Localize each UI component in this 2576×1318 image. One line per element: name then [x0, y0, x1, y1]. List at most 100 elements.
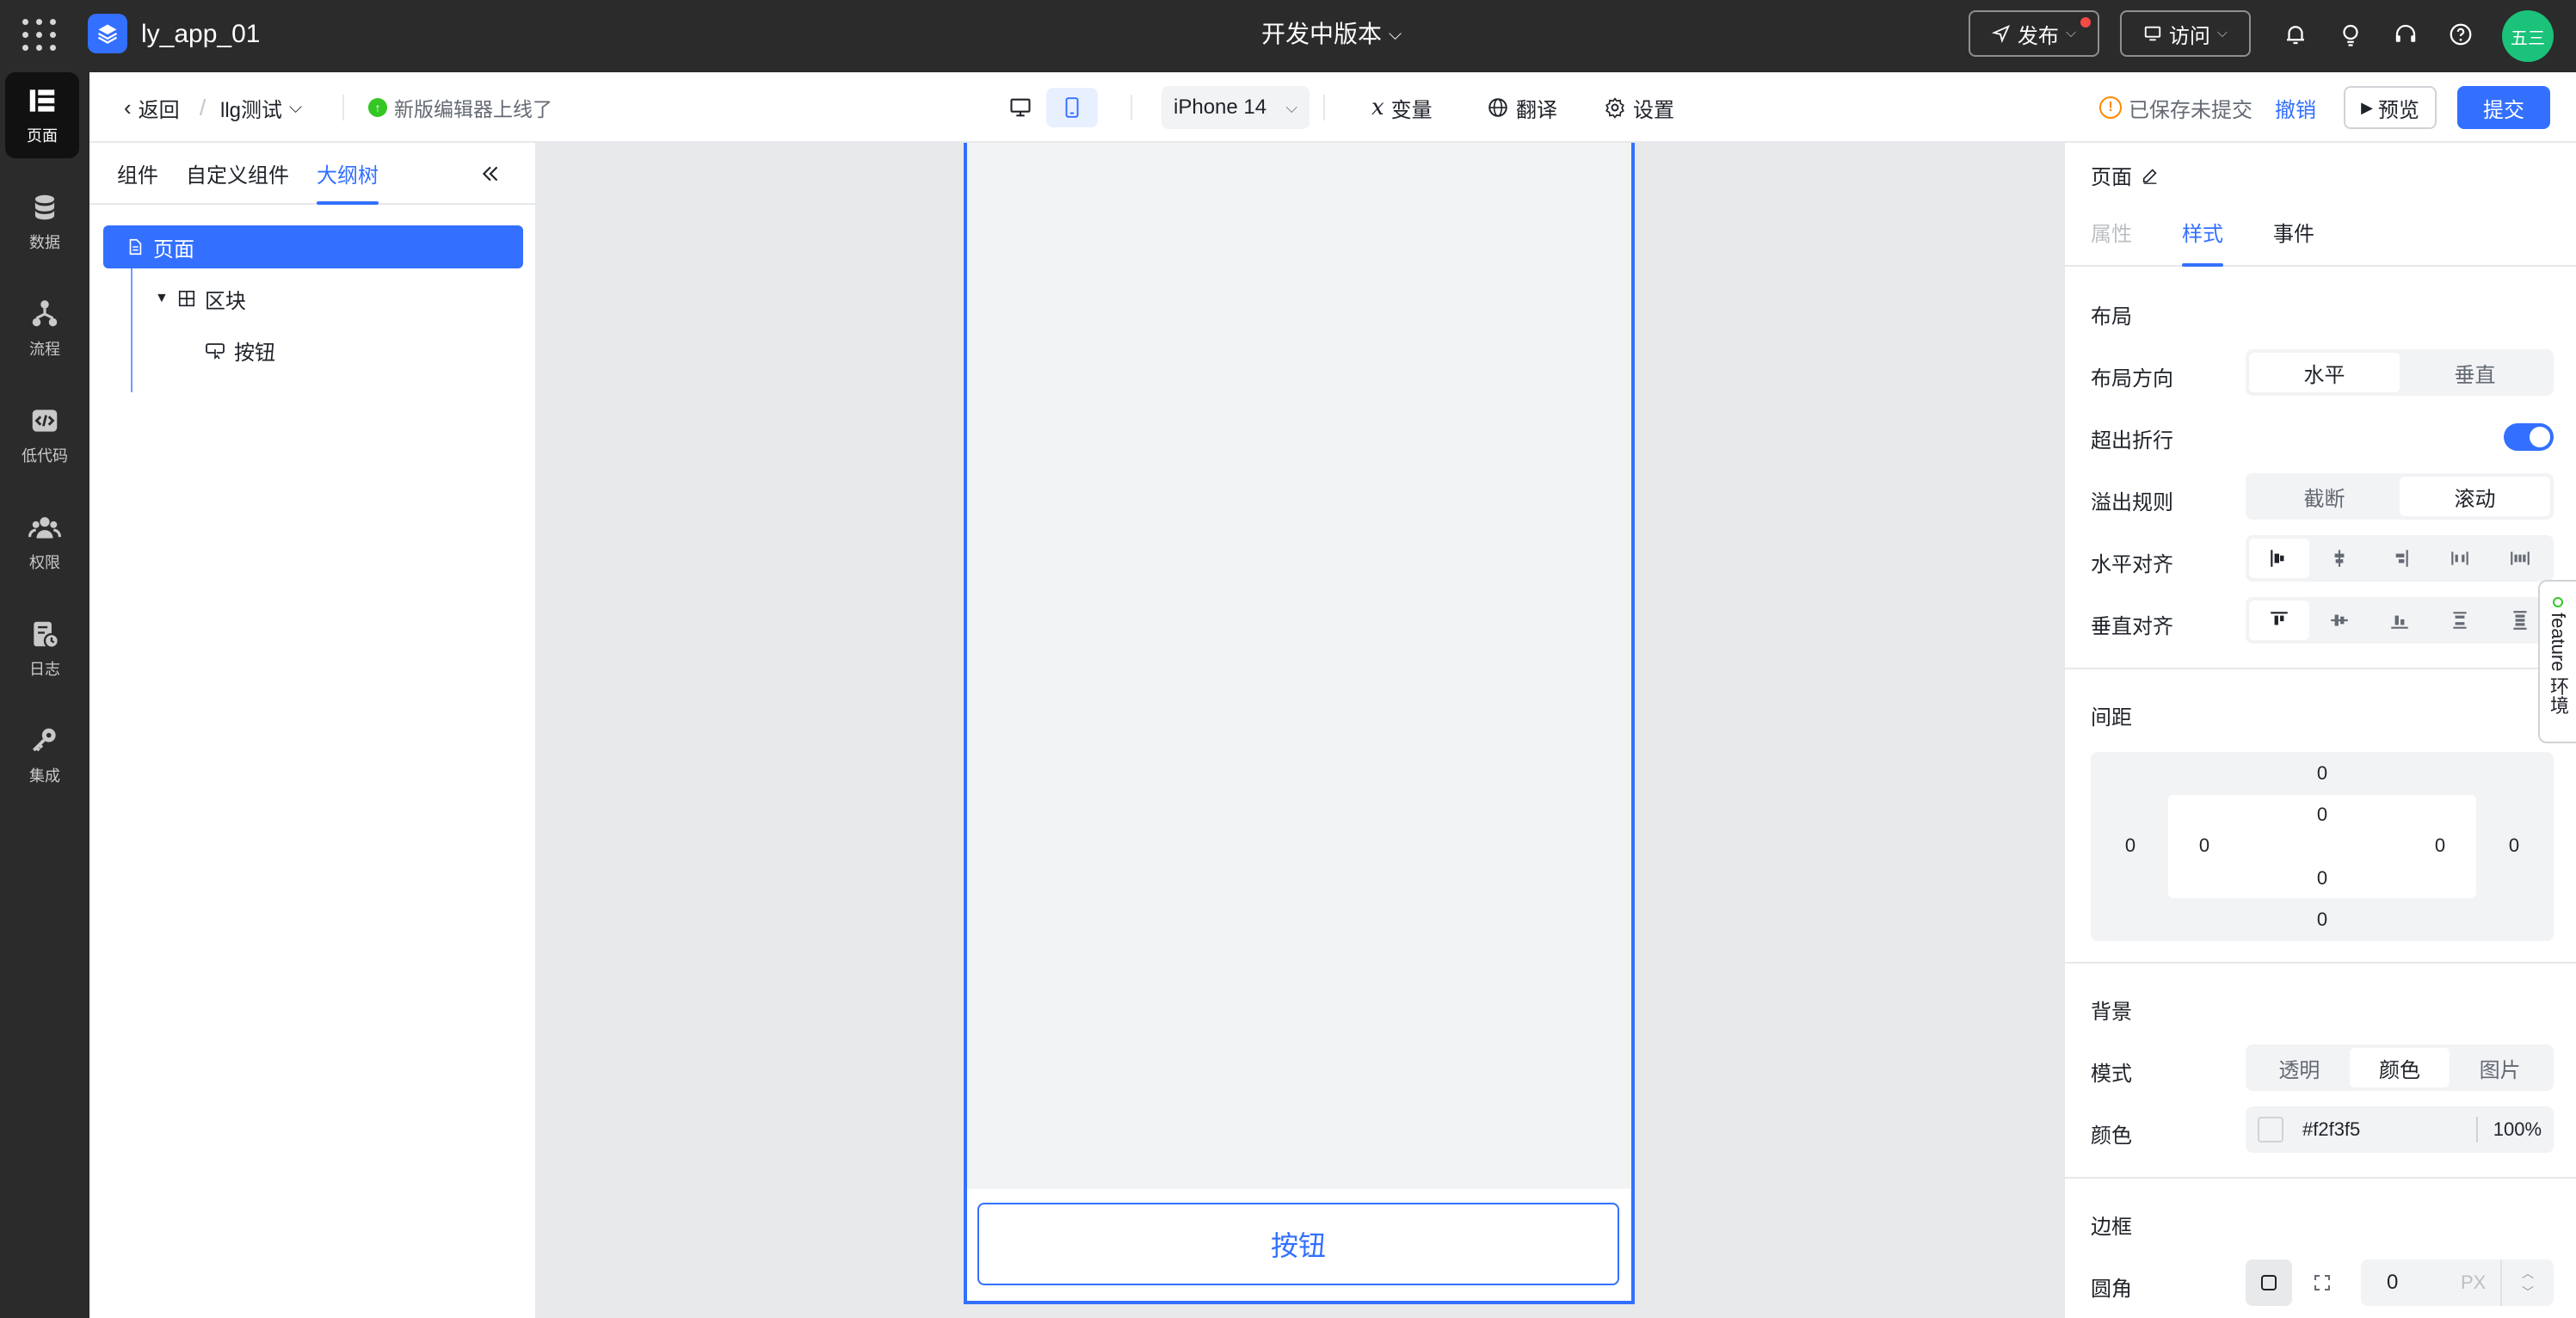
overflow-clip[interactable]: 截断	[2249, 477, 2400, 516]
variables-button[interactable]: 𝑥 变量	[1371, 89, 1433, 126]
padding-right-value[interactable]: 0	[2423, 835, 2457, 857]
tree-node-label: 按钮	[234, 341, 275, 365]
bg-mode-image[interactable]: 图片	[2450, 1048, 2550, 1087]
headset-icon[interactable]	[2388, 17, 2423, 52]
color-swatch[interactable]	[2258, 1117, 2283, 1142]
tab-properties[interactable]: 属性	[2091, 217, 2132, 267]
overflow-scroll[interactable]: 滚动	[2400, 477, 2550, 516]
stepper-up-icon[interactable]: ︿	[2522, 1264, 2534, 1283]
align-bottom-icon[interactable]	[2370, 600, 2430, 640]
rail-item-page[interactable]: 页面	[5, 72, 79, 158]
publish-label: 发布	[2017, 24, 2059, 48]
radius-input[interactable]: 0 PX ︿ ﹀	[2361, 1259, 2554, 1306]
save-status-text: 已保存未提交	[2129, 98, 2252, 122]
collapse-panel-icon[interactable]	[475, 158, 506, 189]
rail-item-integration[interactable]: 集成	[0, 712, 89, 798]
bg-mode-color[interactable]: 颜色	[2349, 1048, 2450, 1087]
phone-bottom-block[interactable]: 按钮	[967, 1189, 1631, 1301]
send-icon	[1991, 24, 2010, 43]
spacing-box-model: 0 0 0 0 0 0 0 0	[2091, 752, 2554, 941]
direction-horizontal[interactable]: 水平	[2249, 353, 2400, 392]
color-hex-value[interactable]: #f2f3f5	[2302, 1118, 2476, 1141]
rail-item-data[interactable]: 数据	[0, 179, 89, 265]
rail-item-flow[interactable]: 流程	[0, 286, 89, 372]
margin-bottom-value[interactable]: 0	[2305, 908, 2339, 931]
margin-right-value[interactable]: 0	[2497, 835, 2531, 857]
design-canvas[interactable]: 按钮	[537, 143, 2063, 1318]
align-center-icon[interactable]	[2309, 539, 2370, 578]
lightbulb-icon[interactable]	[2333, 17, 2368, 52]
help-icon[interactable]	[2444, 17, 2478, 52]
version-selector[interactable]: 开发中版本 ⌵	[1261, 17, 1402, 52]
rail-item-lowcode[interactable]: 低代码	[0, 392, 89, 478]
translate-button[interactable]: 翻译	[1487, 89, 1557, 126]
tab-style[interactable]: 样式	[2182, 217, 2223, 267]
desktop-view-button[interactable]	[995, 88, 1046, 127]
v-align-segmented	[2246, 597, 2554, 644]
padding-bottom-value[interactable]: 0	[2305, 867, 2339, 890]
tab-events[interactable]: 事件	[2273, 217, 2314, 267]
tree-node-page[interactable]: 页面	[103, 225, 523, 268]
edit-icon[interactable]	[2141, 166, 2160, 185]
bell-icon[interactable]	[2278, 17, 2313, 52]
tree-guide-line	[131, 263, 132, 392]
align-top-icon[interactable]	[2249, 600, 2309, 640]
back-button[interactable]: ‹ 返回	[124, 89, 180, 126]
tree-node-block[interactable]: ▼ 区块	[155, 277, 246, 320]
padding-top-value[interactable]: 0	[2305, 804, 2339, 826]
margin-left-value[interactable]: 0	[2113, 835, 2148, 857]
rail-item-permission[interactable]: 权限	[0, 499, 89, 585]
align-middle-icon[interactable]	[2309, 600, 2370, 640]
phone-frame[interactable]: 按钮	[964, 143, 1635, 1304]
opacity-value[interactable]: 100	[2493, 1118, 2525, 1141]
undo-button[interactable]: 撤销	[2275, 89, 2316, 126]
flow-icon	[32, 300, 58, 327]
bg-mode-transparent[interactable]: 透明	[2249, 1048, 2350, 1087]
device-select[interactable]: iPhone 14 ⌵	[1162, 86, 1310, 129]
tree-node-label: 页面	[153, 237, 194, 262]
align-start-icon[interactable]	[2249, 539, 2309, 578]
padding-left-value[interactable]: 0	[2187, 835, 2222, 857]
feature-env-tab[interactable]: feature 环境	[2538, 580, 2576, 743]
radius-all-icon[interactable]	[2246, 1259, 2292, 1306]
radius-individual-icon[interactable]	[2299, 1259, 2345, 1306]
align-end-icon[interactable]	[2370, 539, 2430, 578]
preview-button[interactable]: ▶ 预览	[2344, 86, 2437, 129]
submit-button[interactable]: 提交	[2457, 86, 2550, 129]
wrap-label: 超出折行	[2091, 429, 2173, 453]
properties-panel: 页面 属性 样式 事件 布局 布局方向 水平 垂直 超出折行 溢出规则 截断 滚…	[2063, 143, 2576, 1318]
outline-panel: 组件 自定义组件 大纲树 页面 ▼ 区块 按钮	[89, 143, 537, 1318]
visit-button[interactable]: 访问 ⌵	[2120, 10, 2251, 57]
padding-box: 0 0 0 0	[2168, 795, 2476, 898]
margin-top-value[interactable]: 0	[2305, 762, 2339, 785]
space-between-icon[interactable]	[2430, 539, 2490, 578]
stepper-down-icon[interactable]: ﹀	[2522, 1283, 2534, 1302]
tab-outline-tree[interactable]: 大纲树	[317, 158, 379, 205]
space-around-icon[interactable]	[2490, 539, 2550, 578]
app-grid-icon[interactable]	[21, 17, 56, 52]
mobile-view-button[interactable]	[1046, 88, 1098, 127]
canvas-button[interactable]: 按钮	[977, 1203, 1619, 1285]
wrap-toggle[interactable]	[2504, 423, 2554, 451]
tab-custom-components[interactable]: 自定义组件	[186, 158, 289, 205]
tree-node-button[interactable]: 按钮	[205, 329, 275, 372]
new-editor-notice[interactable]: ↑ 新版编辑器上线了	[368, 89, 552, 126]
caret-down-icon[interactable]: ▼	[155, 291, 169, 306]
v-space-between-icon[interactable]	[2430, 600, 2490, 640]
settings-button[interactable]: 设置	[1604, 89, 1674, 126]
bg-mode-label: 模式	[2091, 1062, 2132, 1086]
radius-value[interactable]: 0	[2387, 1271, 2398, 1295]
publish-button[interactable]: 发布 ⌵	[1969, 10, 2099, 57]
radius-stepper[interactable]: ︿ ﹀	[2500, 1259, 2554, 1306]
arrow-up-icon: ↑	[368, 98, 387, 117]
tab-components[interactable]: 组件	[117, 158, 158, 205]
left-panel-tabs: 组件 自定义组件 大纲树	[89, 143, 537, 205]
bg-color-field[interactable]: #f2f3f5 100 %	[2246, 1106, 2554, 1153]
user-avatar[interactable]: 五三	[2502, 10, 2554, 62]
back-label: 返回	[138, 98, 180, 122]
settings-label: 设置	[1633, 98, 1674, 122]
rail-item-log[interactable]: 日志	[0, 606, 89, 692]
direction-vertical[interactable]: 垂直	[2400, 353, 2550, 392]
bg-color-label: 颜色	[2091, 1124, 2132, 1148]
project-selector[interactable]: llg测试 ⌵	[220, 89, 302, 126]
